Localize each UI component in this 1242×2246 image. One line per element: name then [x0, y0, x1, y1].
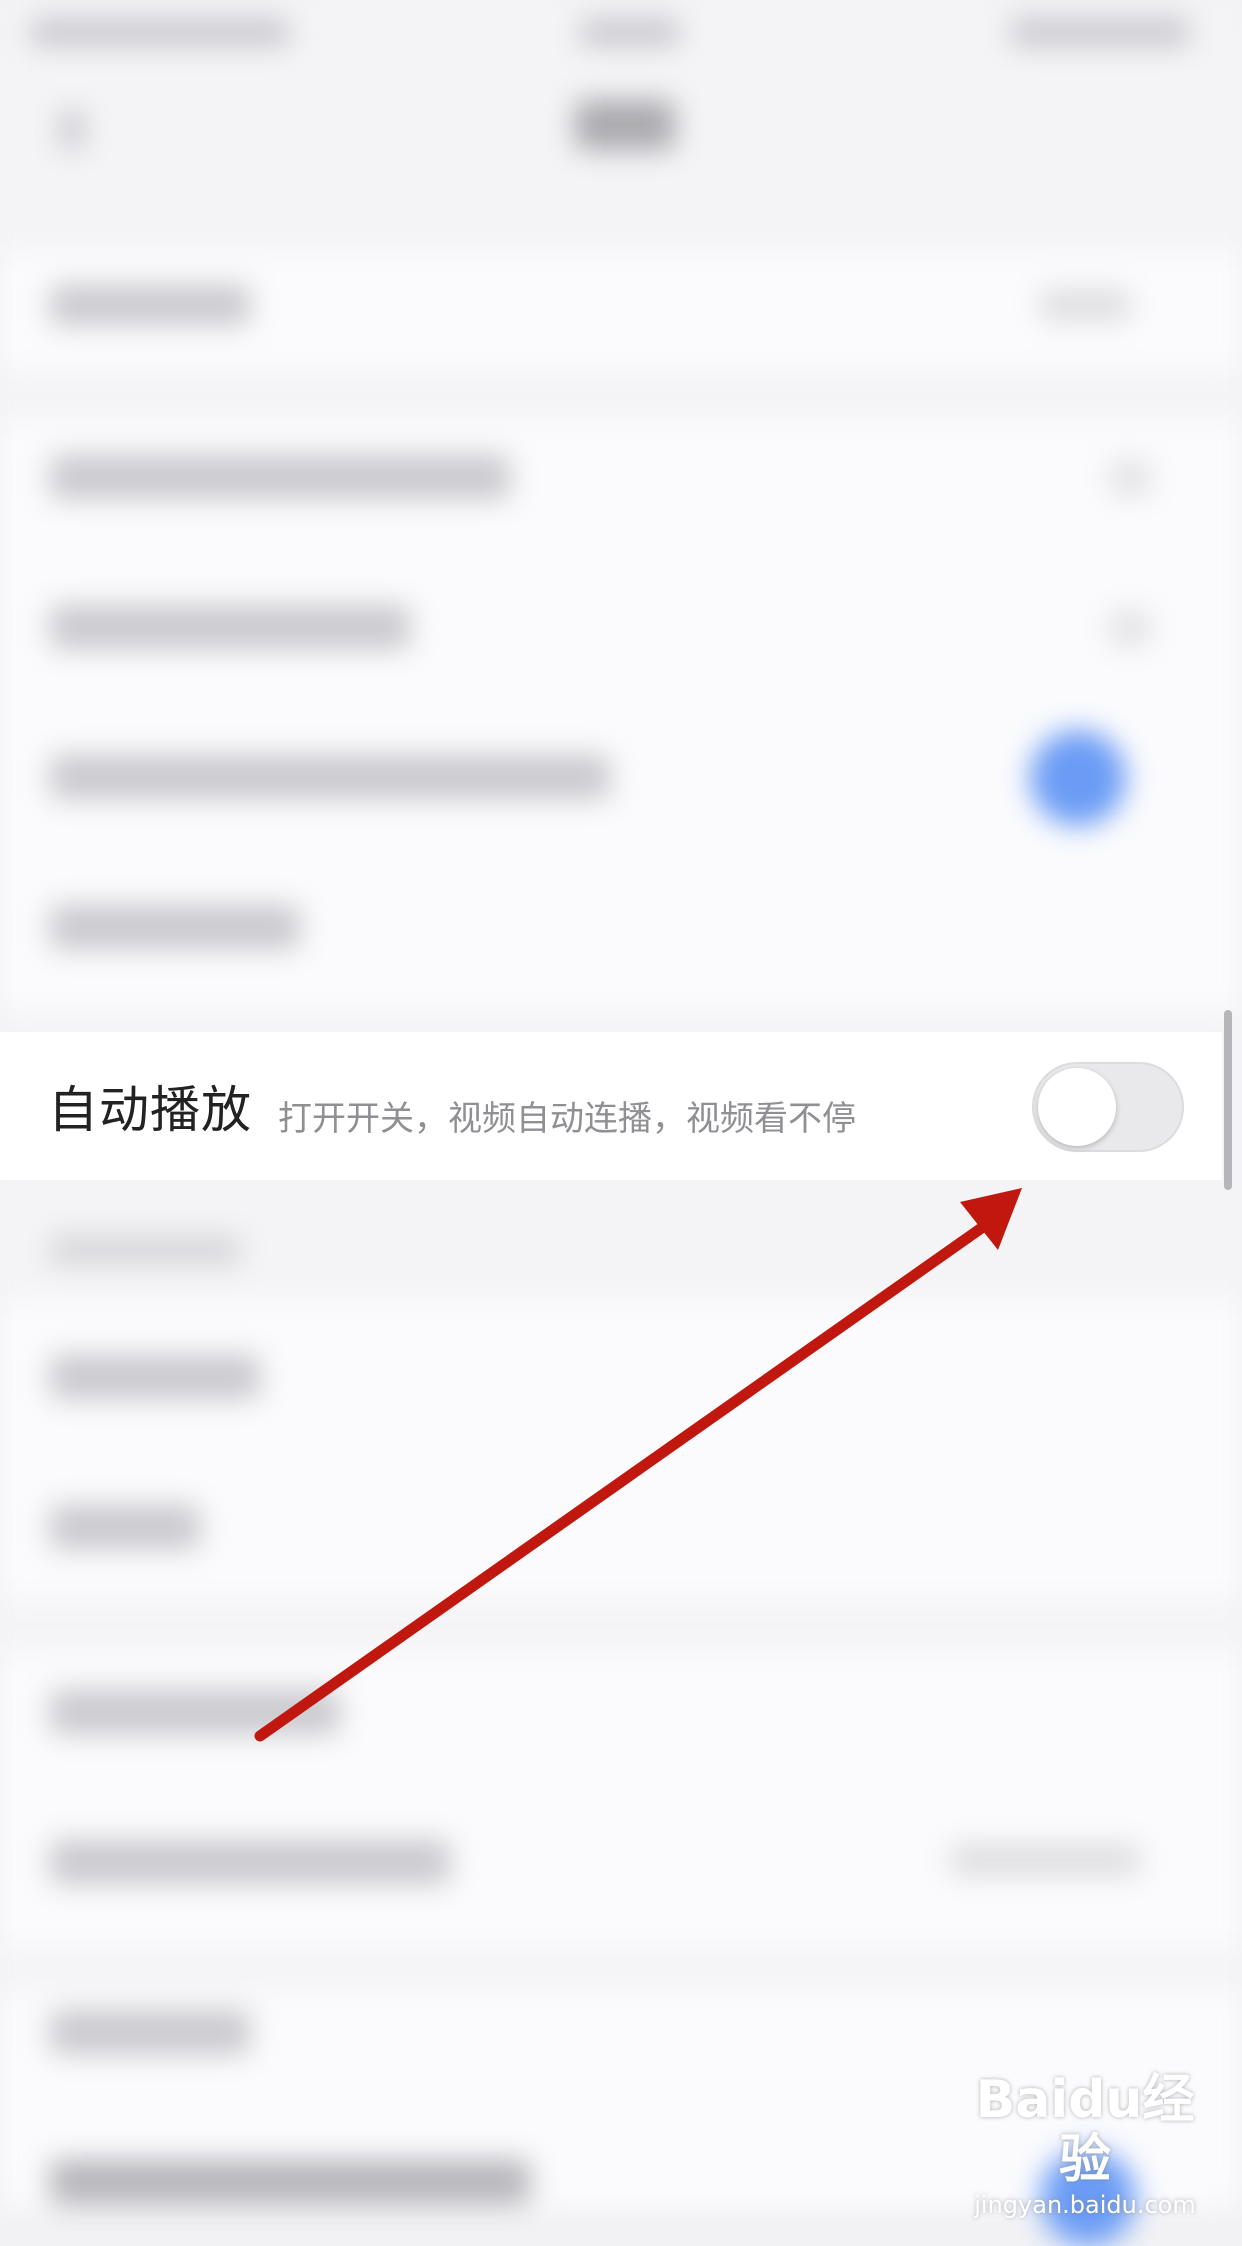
baidu-jingyan-watermark: Baidu经验 jingyan.baidu.com — [950, 2070, 1220, 2220]
scrollbar-thumb[interactable] — [1224, 1010, 1232, 1190]
autoplay-setting-description: 打开开关，视频自动连播，视频看不停 — [278, 1098, 856, 1139]
autoplay-setting-title: 自动播放 — [48, 1081, 252, 1139]
autoplay-toggle-switch[interactable] — [1032, 1062, 1184, 1152]
watermark-main-text: Baidu经验 — [975, 2070, 1195, 2190]
autoplay-setting-row: 自动播放 打开开关，视频自动连播，视频看不停 — [0, 1032, 1222, 1180]
watermark-url-text: jingyan.baidu.com — [974, 2191, 1196, 2219]
toggle-knob — [1038, 1068, 1116, 1146]
